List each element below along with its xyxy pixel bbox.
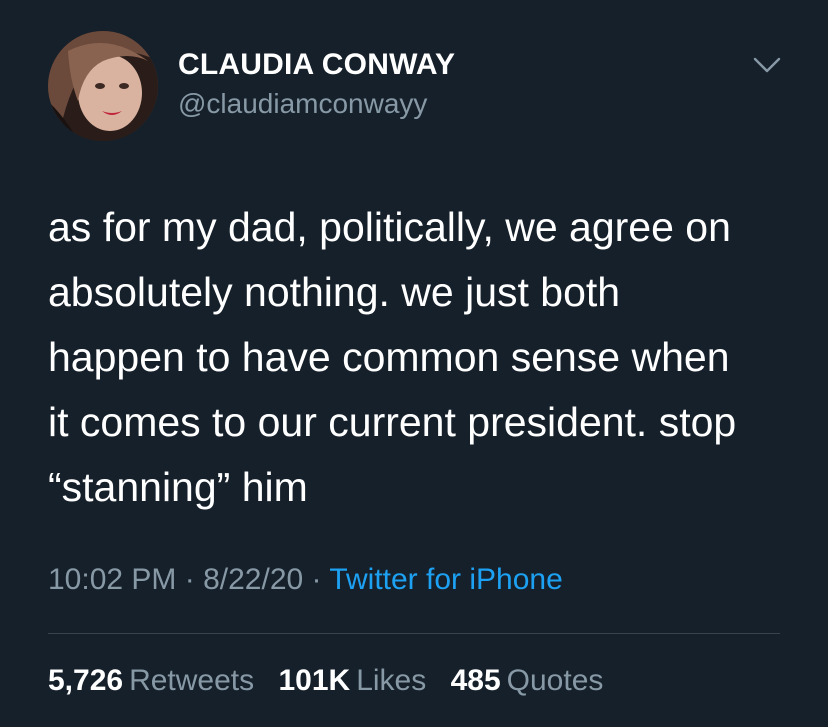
tweet-text: as for my dad, politically, we agree on … [48,195,798,520]
profile-photo [48,31,158,141]
tweet-source-link[interactable]: Twitter for iPhone [329,563,562,596]
likes-label: Likes [356,664,427,697]
quotes-count: 485 [450,664,501,697]
quotes-label: Quotes [506,664,604,697]
tweet-card: CLAUDIA CONWAY @claudiamconwayy as for m… [0,0,828,727]
tweet-time[interactable]: 10:02 PM [48,563,176,596]
meta-separator: · [176,563,204,596]
avatar[interactable] [48,31,158,141]
tweet-text-line: as for my dad, politically, we agree on [48,204,731,250]
retweets-label: Retweets [129,664,255,697]
author-handle[interactable]: @claudiamconwayy [178,88,427,120]
tweet-stats: 5,726 Retweets 101K Likes 485 Quotes [48,664,619,698]
retweets-count: 5,726 [48,664,124,697]
chevron-down-icon[interactable] [752,54,782,76]
tweet-date[interactable]: 8/22/20 [203,563,303,596]
tweet-text-line: happen to have common sense when [48,334,730,380]
retweets-stat[interactable]: 5,726 Retweets [48,664,254,698]
divider [48,633,780,634]
tweet-text-line: it comes to our current president. stop [48,399,737,445]
quotes-stat[interactable]: 485 Quotes [451,664,604,698]
likes-count: 101K [278,664,351,697]
meta-separator: · [303,563,330,596]
tweet-text-line: absolutely nothing. we just both [48,269,621,315]
likes-stat[interactable]: 101K Likes [278,664,426,698]
tweet-meta: 10:02 PM · 8/22/20 · Twitter for iPhone [48,563,563,597]
tweet-text-line: “stanning” him [48,464,308,510]
author-display-name[interactable]: CLAUDIA CONWAY [178,48,455,82]
